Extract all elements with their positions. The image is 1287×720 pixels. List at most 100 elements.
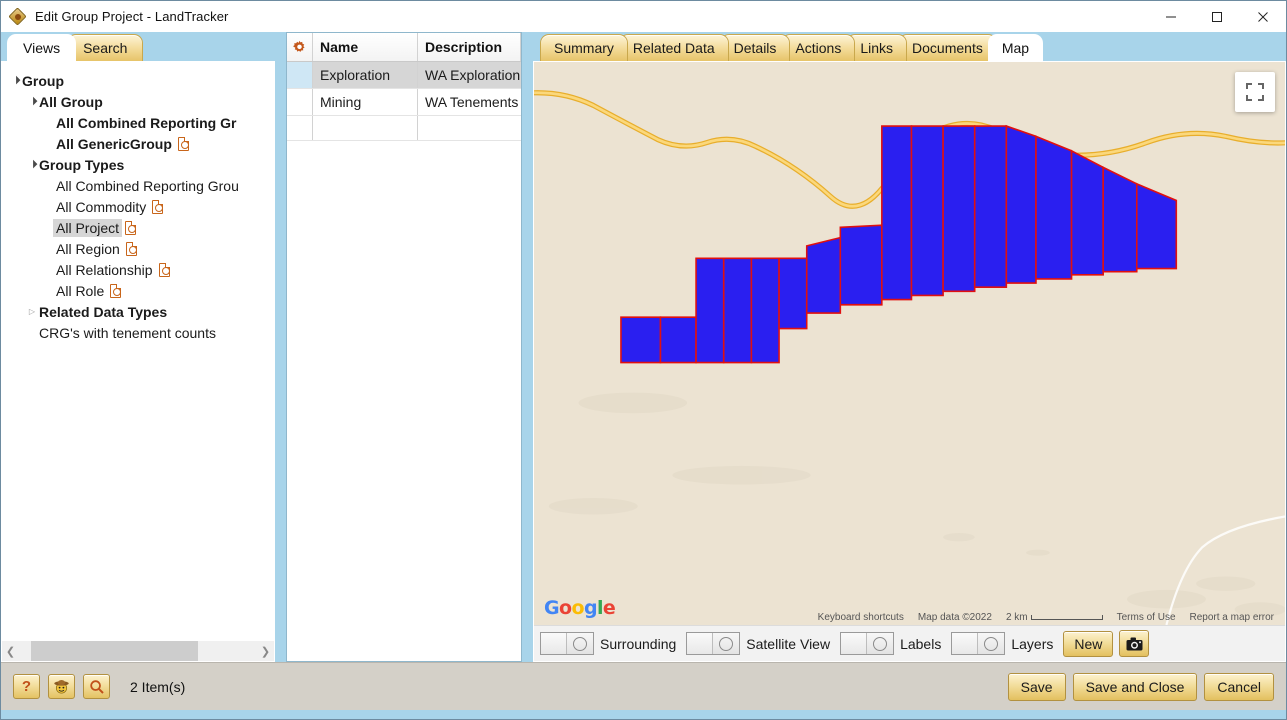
view-document-icon[interactable] xyxy=(125,241,137,256)
tree-item[interactable]: All Project xyxy=(2,217,274,238)
question-mark-icon[interactable]: ? xyxy=(13,674,40,699)
title-bar: Edit Group Project - LandTracker xyxy=(1,1,1286,32)
toggle-label: Satellite View xyxy=(746,635,831,652)
tree-item-label: All Combined Reporting Grou xyxy=(56,177,239,194)
tree-item[interactable]: All Combined Reporting Grou xyxy=(2,175,274,196)
tree-item[interactable]: All Role xyxy=(2,280,274,301)
google-g2: g xyxy=(583,597,598,619)
toggle-label: Layers xyxy=(1011,635,1054,652)
maximize-icon[interactable] xyxy=(1194,1,1240,32)
view-document-icon[interactable] xyxy=(177,136,189,151)
chevron-down-icon[interactable] xyxy=(8,76,22,85)
tab-search-label: Search xyxy=(83,40,128,56)
table-row-blank[interactable] xyxy=(287,116,521,141)
view-document-icon[interactable] xyxy=(110,283,122,298)
tree-item-label: Related Data Types xyxy=(39,303,168,320)
tree-item[interactable]: Group xyxy=(2,70,274,91)
tree-item-label: All Relationship xyxy=(56,261,153,278)
scale-bar-line xyxy=(1030,615,1103,620)
status-bar: ? 2 Item(s) Save Save and Close Cancel xyxy=(1,662,1286,710)
camera-icon[interactable] xyxy=(1119,630,1150,657)
row-selector[interactable] xyxy=(287,89,313,115)
tree-item[interactable]: Group Types xyxy=(2,154,274,175)
tree-horizontal-scrollbar[interactable]: ❮ ❯ xyxy=(2,640,274,661)
tab-related-data[interactable]: Related Data xyxy=(618,34,729,61)
left-tab-strip: Views Search xyxy=(1,32,275,61)
save-button[interactable]: Save xyxy=(1007,672,1066,701)
toggle-satellite-view[interactable] xyxy=(686,632,741,655)
tab-label: Actions xyxy=(795,40,842,56)
chevron-left-icon[interactable]: ❮ xyxy=(2,645,19,658)
keyboard-shortcuts-link[interactable]: Keyboard shortcuts xyxy=(811,612,911,623)
tree-item[interactable]: All GenericGroup xyxy=(2,133,274,154)
tab-map[interactable]: Map xyxy=(987,34,1044,61)
grid-column-description[interactable]: Description xyxy=(418,33,521,61)
tree-item-label: All Region xyxy=(56,240,120,257)
tree-item-label: All Commodity xyxy=(56,198,147,215)
scrollbar-track[interactable] xyxy=(19,640,257,661)
tree-item[interactable]: All Relationship xyxy=(2,259,274,280)
tab-label: Details xyxy=(733,40,777,56)
tree-item[interactable]: All Group xyxy=(2,91,274,112)
map-canvas[interactable]: Great Northern Hwy Wanna Munna Gorge xyxy=(534,62,1285,625)
toggle-layers[interactable] xyxy=(951,632,1006,655)
window-controls xyxy=(1148,1,1286,32)
toggle-labels[interactable] xyxy=(840,632,895,655)
view-document-icon[interactable] xyxy=(158,262,170,277)
report-map-error-link[interactable]: Report a map error xyxy=(1183,612,1281,623)
grid-body: Exploration WA Exploration Mining WA Teneme… xyxy=(287,62,521,141)
fullscreen-icon[interactable] xyxy=(1235,72,1275,112)
google-logo: Google xyxy=(544,597,616,619)
chevron-down-icon[interactable] xyxy=(25,97,39,106)
grid-column-name[interactable]: Name xyxy=(313,33,418,61)
view-document-icon[interactable] xyxy=(152,199,164,214)
map-attribution: Keyboard shortcuts Map data ©2022 2 km T… xyxy=(811,610,1285,625)
item-count-label: 2 Item(s) xyxy=(130,678,186,695)
right-tab-strip: Summary Related Data Details Actions Links Do… xyxy=(533,32,1286,61)
tree-item-label: CRG's with tenement counts xyxy=(39,324,216,341)
chevron-right-icon[interactable]: ❯ xyxy=(257,645,274,658)
google-o2: o xyxy=(571,597,584,619)
view-document-icon[interactable] xyxy=(125,220,137,235)
table-row[interactable]: Exploration WA Exploration xyxy=(287,62,521,89)
tree-item[interactable]: All Combined Reporting Gr xyxy=(2,112,274,133)
left-panel: Views Search Group All Group All Combined … xyxy=(1,32,275,662)
grid-settings-cell[interactable] xyxy=(287,33,313,61)
save-and-close-button[interactable]: Save and Close xyxy=(1072,672,1198,701)
tab-documents[interactable]: Documents xyxy=(898,34,997,61)
tree-item[interactable]: CRG's with tenement counts xyxy=(2,322,274,343)
google-g1: G xyxy=(544,597,560,619)
tree-item[interactable]: All Commodity xyxy=(2,196,274,217)
tab-summary[interactable]: Summary xyxy=(540,34,628,61)
minimize-icon[interactable] xyxy=(1148,1,1194,32)
tab-actions[interactable]: Actions xyxy=(781,34,856,61)
toggle-knob xyxy=(712,633,740,654)
toggle-label: Labels xyxy=(900,635,942,652)
tree-item[interactable]: All Region xyxy=(2,238,274,259)
tab-label: Related Data xyxy=(632,40,715,56)
toggle-surrounding[interactable] xyxy=(540,632,594,655)
row-selector[interactable] xyxy=(287,62,313,88)
table-row[interactable]: Mining WA Tenements xyxy=(287,89,521,116)
tab-label: Documents xyxy=(912,40,983,56)
scrollbar-thumb[interactable] xyxy=(31,640,198,661)
sheriff-face-icon[interactable] xyxy=(48,674,75,699)
row-selector[interactable] xyxy=(287,116,313,140)
close-icon[interactable] xyxy=(1240,1,1286,32)
tab-links[interactable]: Links xyxy=(846,34,908,61)
new-button[interactable]: New xyxy=(1063,630,1114,657)
tab-views[interactable]: Views xyxy=(7,34,77,61)
tree-item[interactable]: Related Data Types xyxy=(2,301,274,322)
tree-item-label: All Combined Reporting Gr xyxy=(56,114,237,131)
tree-item-label: All GenericGroup xyxy=(56,135,172,152)
cancel-button[interactable]: Cancel xyxy=(1204,672,1274,701)
application-window: Edit Group Project - LandTracker Views S… xyxy=(0,0,1287,720)
tab-search[interactable]: Search xyxy=(67,34,144,61)
terms-of-use-link[interactable]: Terms of Use xyxy=(1110,612,1183,623)
views-tree-panel: Group All Group All Combined Reporting Gr A… xyxy=(1,61,275,662)
chevron-down-icon[interactable] xyxy=(25,160,39,169)
magnifier-icon[interactable] xyxy=(83,674,110,699)
chevron-right-icon[interactable] xyxy=(25,307,39,316)
tab-details[interactable]: Details xyxy=(719,34,791,61)
tab-label: Links xyxy=(860,40,894,56)
